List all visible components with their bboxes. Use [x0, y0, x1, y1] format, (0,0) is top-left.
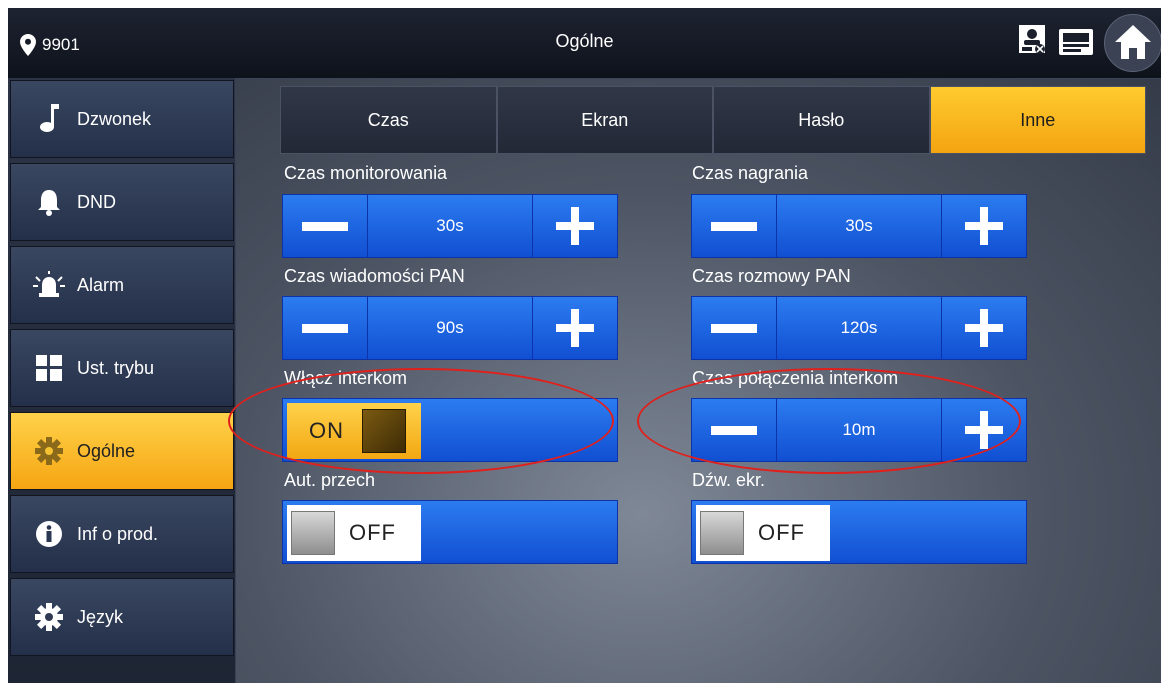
screen: 9901 Ogólne Dzwonek DND Alarm Ust. trybu…	[8, 8, 1161, 683]
gear-icon	[29, 603, 69, 631]
sidebar-item-label: Język	[77, 606, 124, 627]
sidebar-item-dzwonek[interactable]: Dzwonek	[10, 80, 234, 158]
alarm-siren-icon	[29, 271, 69, 299]
tab-bar: Czas Ekran Hasło Inne	[280, 86, 1146, 154]
minus-icon	[711, 221, 757, 231]
minus-icon	[302, 323, 348, 333]
auto-capture-row: OFF	[282, 500, 618, 564]
sidebar-item-alarm[interactable]: Alarm	[10, 246, 234, 324]
sidebar-item-label: Ogólne	[77, 440, 136, 461]
tab-czas[interactable]: Czas	[280, 86, 497, 154]
plus-icon	[556, 309, 594, 347]
highlight-circle-intercom-call-time	[637, 368, 1021, 474]
sidebar-item-label: Dzwonek	[77, 108, 152, 129]
vto-talk-time-increment-button[interactable]	[941, 296, 1027, 360]
sidebar-item-ogolne[interactable]: Ogólne	[10, 412, 234, 490]
tab-ekran[interactable]: Ekran	[496, 86, 713, 154]
sidebar-item-label: Ust. trybu	[77, 357, 155, 378]
sidebar-item-dnd[interactable]: DND	[10, 163, 234, 241]
grid-icon	[29, 355, 69, 381]
vto-talk-time-label: Czas rozmowy PAN	[692, 266, 851, 286]
sidebar: Dzwonek DND Alarm Ust. trybu Ogólne Inf …	[8, 78, 236, 683]
vto-talk-time-stepper: 120s	[691, 296, 1027, 360]
monitoring-time-value: 30s	[368, 194, 532, 258]
vto-message-time-label: Czas wiadomości PAN	[284, 266, 465, 286]
record-time-decrement-button[interactable]	[691, 194, 777, 258]
plus-icon	[556, 207, 594, 245]
page-title: Ogólne	[555, 31, 614, 51]
highlight-circle-intercom-enable	[228, 368, 614, 474]
record-time-stepper: 30s	[691, 194, 1027, 258]
vto-message-time-increment-button[interactable]	[532, 296, 618, 360]
sidebar-item-jezyk[interactable]: Język	[10, 578, 234, 656]
touch-sound-label: Dźw. ekr.	[692, 470, 766, 490]
monitoring-time-decrement-button[interactable]	[282, 194, 368, 258]
info-icon	[29, 520, 69, 548]
vto-message-time-decrement-button[interactable]	[282, 296, 368, 360]
minus-icon	[302, 221, 348, 231]
toggle-state-text: OFF	[758, 520, 805, 545]
bell-icon	[29, 188, 69, 216]
toggle-knob	[291, 511, 335, 555]
sidebar-item-ust-trybu[interactable]: Ust. trybu	[10, 329, 234, 407]
vto-talk-time-decrement-button[interactable]	[691, 296, 777, 360]
minus-icon	[711, 323, 757, 333]
sidebar-item-inf-o-prod[interactable]: Inf o prod.	[10, 495, 234, 573]
home-icon	[1115, 25, 1151, 59]
music-note-icon	[29, 104, 69, 134]
monitoring-time-stepper: 30s	[282, 194, 618, 258]
gear-icon	[29, 437, 69, 465]
vto-message-time-value: 90s	[368, 296, 532, 360]
toggle-state-text: OFF	[349, 520, 396, 545]
home-button[interactable]	[1104, 14, 1161, 72]
tab-haslo[interactable]: Hasło	[713, 86, 930, 154]
record-time-label: Czas nagrania	[692, 163, 809, 183]
tab-inne[interactable]: Inne	[929, 86, 1146, 154]
record-time-increment-button[interactable]	[941, 194, 1027, 258]
sidebar-item-label: DND	[77, 191, 116, 212]
header-bar: 9901 Ogólne	[8, 8, 1161, 79]
sidebar-item-label: Alarm	[77, 274, 125, 295]
monitoring-time-increment-button[interactable]	[532, 194, 618, 258]
contact-status-icon[interactable]	[1018, 24, 1048, 56]
touch-sound-toggle[interactable]: OFF	[696, 505, 830, 561]
monitoring-time-label: Czas monitorowania	[284, 163, 448, 183]
plus-icon	[965, 207, 1003, 245]
auto-capture-label: Aut. przech	[284, 470, 376, 490]
auto-capture-toggle[interactable]: OFF	[287, 505, 421, 561]
record-time-value: 30s	[777, 194, 941, 258]
vto-talk-time-value: 120s	[777, 296, 941, 360]
toggle-knob	[700, 511, 744, 555]
plus-icon	[965, 309, 1003, 347]
sidebar-item-label: Inf o prod.	[77, 523, 159, 544]
vto-message-time-stepper: 90s	[282, 296, 618, 360]
touch-sound-row: OFF	[691, 500, 1027, 564]
device-icon[interactable]	[1058, 28, 1094, 58]
